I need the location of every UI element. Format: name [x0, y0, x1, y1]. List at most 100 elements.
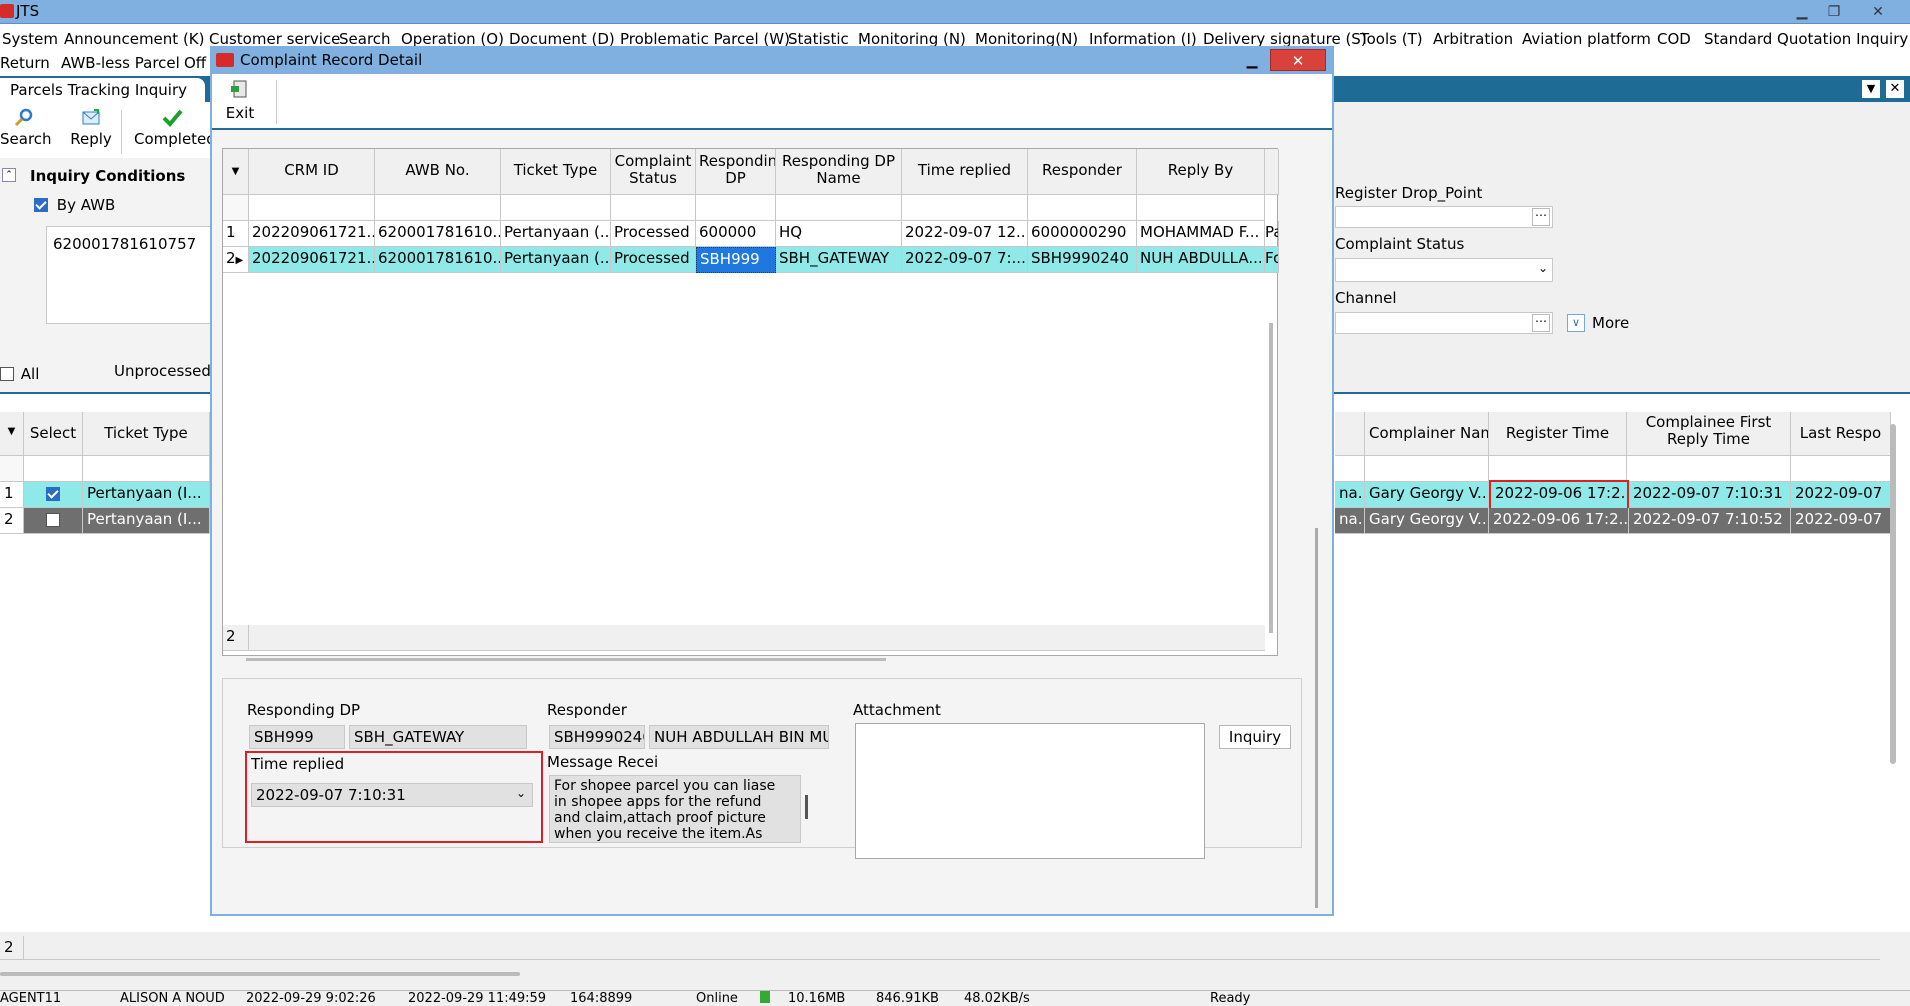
table-cell[interactable]: 2022-09-07 7:10:31 — [1629, 482, 1791, 508]
table-cell-focused[interactable]: SBH999 — [696, 247, 776, 273]
filter-cell[interactable] — [24, 456, 83, 482]
restore-icon[interactable]: ❐ — [1818, 2, 1850, 22]
menu-announcement[interactable]: Announcement (K) — [64, 30, 204, 48]
table-cell[interactable]: SBH_GATEWAY — [776, 247, 902, 273]
by-awb-check[interactable] — [34, 197, 48, 212]
filter-cell[interactable] — [1365, 456, 1489, 482]
attachment-box[interactable] — [855, 723, 1205, 859]
table-cell[interactable]: 620001781610... — [375, 221, 501, 247]
exit-button[interactable]: Exit — [222, 78, 258, 126]
minimize-icon[interactable]: ▁ — [1786, 2, 1818, 22]
table-cell[interactable]: na... — [1335, 508, 1365, 534]
header-crm-id[interactable]: CRM ID — [249, 149, 375, 195]
grid-menu-icon[interactable]: ▼ — [223, 149, 249, 195]
vertical-scrollbar[interactable] — [1890, 424, 1896, 764]
completed-button[interactable]: Completed — [134, 106, 210, 156]
table-cell[interactable]: 2022-09-06 17:2... — [1489, 508, 1629, 534]
menu-tools[interactable]: Tools (T) — [1360, 30, 1423, 48]
table-cell[interactable]: na... — [1335, 482, 1365, 508]
header-complaint-status[interactable]: Complaint Status — [611, 149, 696, 195]
search-button[interactable]: Search — [0, 106, 52, 156]
unprocessed-label[interactable]: Unprocessed — [114, 362, 211, 380]
filter-cell[interactable] — [776, 195, 902, 221]
table-cell[interactable]: 620001781610... — [375, 247, 501, 273]
menu-system[interactable]: System — [2, 30, 58, 48]
filter-cell[interactable] — [375, 195, 501, 221]
grid-menu-icon[interactable]: ▼ — [0, 412, 24, 456]
menu-cod[interactable]: COD — [1657, 30, 1691, 48]
filter-cell[interactable] — [501, 195, 611, 221]
table-cell[interactable]: 2022-09-07 — [1791, 508, 1891, 534]
table-cell[interactable]: Pertanyaan (I... — [83, 508, 210, 534]
table-cell-highlighted[interactable]: 2022-09-06 17:2... — [1489, 480, 1629, 510]
table-cell[interactable]: 2022-09-07 7:... — [902, 247, 1028, 273]
collapse-icon[interactable]: ⌃ — [2, 168, 16, 182]
message-scrollbar[interactable] — [805, 795, 808, 819]
table-cell[interactable]: MOHAMMAD F... — [1137, 221, 1265, 247]
header-ticket-type[interactable]: Ticket Type — [501, 149, 611, 195]
table-cell[interactable]: Gary Georgy V... — [1365, 482, 1489, 508]
reply-button[interactable]: Reply — [70, 106, 112, 156]
ellipsis-icon[interactable]: ⋯ — [1532, 208, 1550, 226]
time-replied-select[interactable]: 2022-09-07 7:10:31 ⌄ — [251, 783, 533, 807]
table-cell[interactable]: Fo — [1265, 247, 1279, 273]
menu-awb-less-parcel[interactable]: AWB-less Parcel — [61, 54, 180, 72]
channel-input[interactable]: ⋯ — [1335, 312, 1553, 334]
more-button[interactable]: More — [1592, 314, 1629, 332]
filter-cell[interactable] — [1335, 456, 1365, 482]
header-reply-by[interactable]: Reply By — [1137, 149, 1265, 195]
header-responding-dp-name[interactable]: Responding DP Name — [776, 149, 902, 195]
complaint-status-select[interactable]: ⌄ — [1335, 258, 1553, 282]
table-cell[interactable]: Pertanyaan (... — [501, 221, 611, 247]
header-register-time[interactable]: Register Time — [1489, 412, 1627, 456]
table-row-select[interactable] — [24, 482, 83, 508]
filter-cell[interactable] — [1489, 456, 1627, 482]
horizontal-scrollbar[interactable] — [0, 972, 520, 976]
tab-dropdown-icon[interactable]: ▼ — [1862, 80, 1880, 98]
table-cell[interactable]: Pertanyaan (... — [501, 247, 611, 273]
table-cell[interactable]: 202209061721... — [249, 221, 375, 247]
more-chevron-icon[interactable]: ∨ — [1567, 314, 1585, 332]
table-cell[interactable]: SBH9990240 — [1028, 247, 1137, 273]
menu-aviation-platform[interactable]: Aviation platform — [1522, 30, 1651, 48]
table-cell[interactable]: 2022-09-07 7:10:52 — [1629, 508, 1791, 534]
row-checkbox[interactable] — [46, 486, 60, 501]
filter-cell[interactable] — [1137, 195, 1265, 221]
menu-off[interactable]: Off — [184, 54, 206, 72]
filter-cell[interactable] — [1791, 456, 1891, 482]
header-awb-no[interactable]: AWB No. — [375, 149, 501, 195]
dialog-horizontal-scrollbar[interactable] — [246, 658, 886, 661]
filter-cell[interactable] — [1627, 456, 1791, 482]
all-check[interactable] — [0, 366, 14, 381]
close-icon[interactable]: ✕ — [1850, 2, 1906, 22]
dialog-outer-scrollbar[interactable] — [1315, 528, 1318, 908]
table-cell[interactable]: 202209061721... — [249, 247, 375, 273]
header-time-replied[interactable]: Time replied — [902, 149, 1028, 195]
register-drop-point-input[interactable]: ⋯ — [1335, 206, 1553, 228]
by-awb-checkbox[interactable]: By AWB — [34, 195, 115, 214]
header-complainer-name[interactable]: Complainer Name — [1365, 412, 1489, 456]
dialog-close-icon[interactable]: ✕ — [1270, 49, 1326, 71]
table-cell[interactable]: Processed — [611, 247, 696, 273]
filter-cell[interactable] — [696, 195, 776, 221]
table-cell[interactable]: NUH ABDULLA... — [1137, 247, 1265, 273]
table-cell[interactable]: 6000000290 — [1028, 221, 1137, 247]
filter-cell[interactable] — [249, 195, 375, 221]
filter-cell[interactable] — [1028, 195, 1137, 221]
awb-input[interactable]: 620001781610757 — [46, 226, 210, 324]
tab-close-icon[interactable]: ✕ — [1886, 80, 1904, 98]
filter-cell[interactable] — [902, 195, 1028, 221]
row-checkbox[interactable] — [46, 512, 60, 527]
table-cell[interactable]: HQ — [776, 221, 902, 247]
header-first-reply-time[interactable]: Complainee First Reply Time — [1627, 412, 1791, 456]
menu-arbitration[interactable]: Arbitration — [1433, 30, 1513, 48]
filter-cell[interactable] — [83, 456, 210, 482]
table-cell[interactable]: Pertanyaan (I... — [83, 482, 210, 508]
table-row-select[interactable] — [24, 508, 83, 534]
table-cell[interactable]: Pa — [1265, 221, 1279, 247]
dialog-vertical-scrollbar[interactable] — [1269, 323, 1273, 633]
dialog-minimize-icon[interactable]: ▁ — [1238, 51, 1266, 71]
filter-cell[interactable] — [611, 195, 696, 221]
table-cell[interactable]: Gary Georgy V... — [1365, 508, 1489, 534]
message-textarea[interactable]: For shopee parcel you can liase in shope… — [549, 775, 801, 843]
